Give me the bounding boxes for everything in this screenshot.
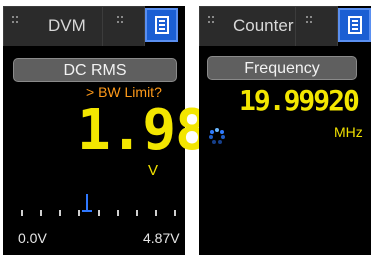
- counter-tab[interactable]: Counter: [199, 6, 296, 46]
- drag-handle-icon[interactable]: [12, 16, 18, 30]
- drag-handle-icon[interactable]: [117, 16, 123, 30]
- menu-icon: [155, 16, 169, 34]
- dvm-tab-title: DVM: [48, 16, 86, 35]
- counter-unit: MHz: [334, 124, 363, 140]
- dvm-tab-bar: DVM: [3, 6, 185, 46]
- scale-tick: [59, 210, 61, 216]
- counter-reading: 19.99920: [239, 84, 360, 117]
- scale-tick: [21, 210, 23, 216]
- scale-tick: [174, 210, 176, 216]
- scale-marker-icon: [82, 194, 92, 212]
- menu-icon: [348, 16, 362, 34]
- dvm-menu-button[interactable]: [145, 8, 178, 42]
- counter-tab-bar: Counter: [199, 6, 371, 46]
- scale-tick: [78, 210, 80, 216]
- counter-menu-button[interactable]: [338, 8, 371, 42]
- dvm-reading: 1.98: [77, 98, 209, 163]
- scale-max-label: 4.87V: [143, 230, 180, 246]
- scale-tick: [155, 210, 157, 216]
- spinner-icon: [209, 128, 225, 144]
- dvm-tab[interactable]: DVM: [3, 6, 103, 46]
- drag-handle-icon[interactable]: [306, 16, 312, 30]
- dvm-unit: V: [148, 162, 159, 179]
- counter-tab-grip[interactable]: [296, 6, 338, 46]
- dvm-tab-grip[interactable]: [103, 6, 145, 46]
- dvm-mode-button[interactable]: DC RMS: [13, 58, 177, 82]
- scale-tick: [117, 210, 119, 216]
- scale-min-label: 0.0V: [18, 230, 47, 246]
- scale-tick: [40, 210, 42, 216]
- dvm-panel: DVM DC RMS > BW Limit? 1.98 V 0.0V 4.87V: [3, 6, 209, 255]
- counter-tab-title: Counter: [233, 16, 294, 35]
- counter-mode-button[interactable]: Frequency: [207, 56, 357, 80]
- counter-panel: Counter Frequency 19.99920 MHz: [199, 6, 371, 255]
- scale-tick: [136, 210, 138, 216]
- drag-handle-icon[interactable]: [208, 16, 214, 30]
